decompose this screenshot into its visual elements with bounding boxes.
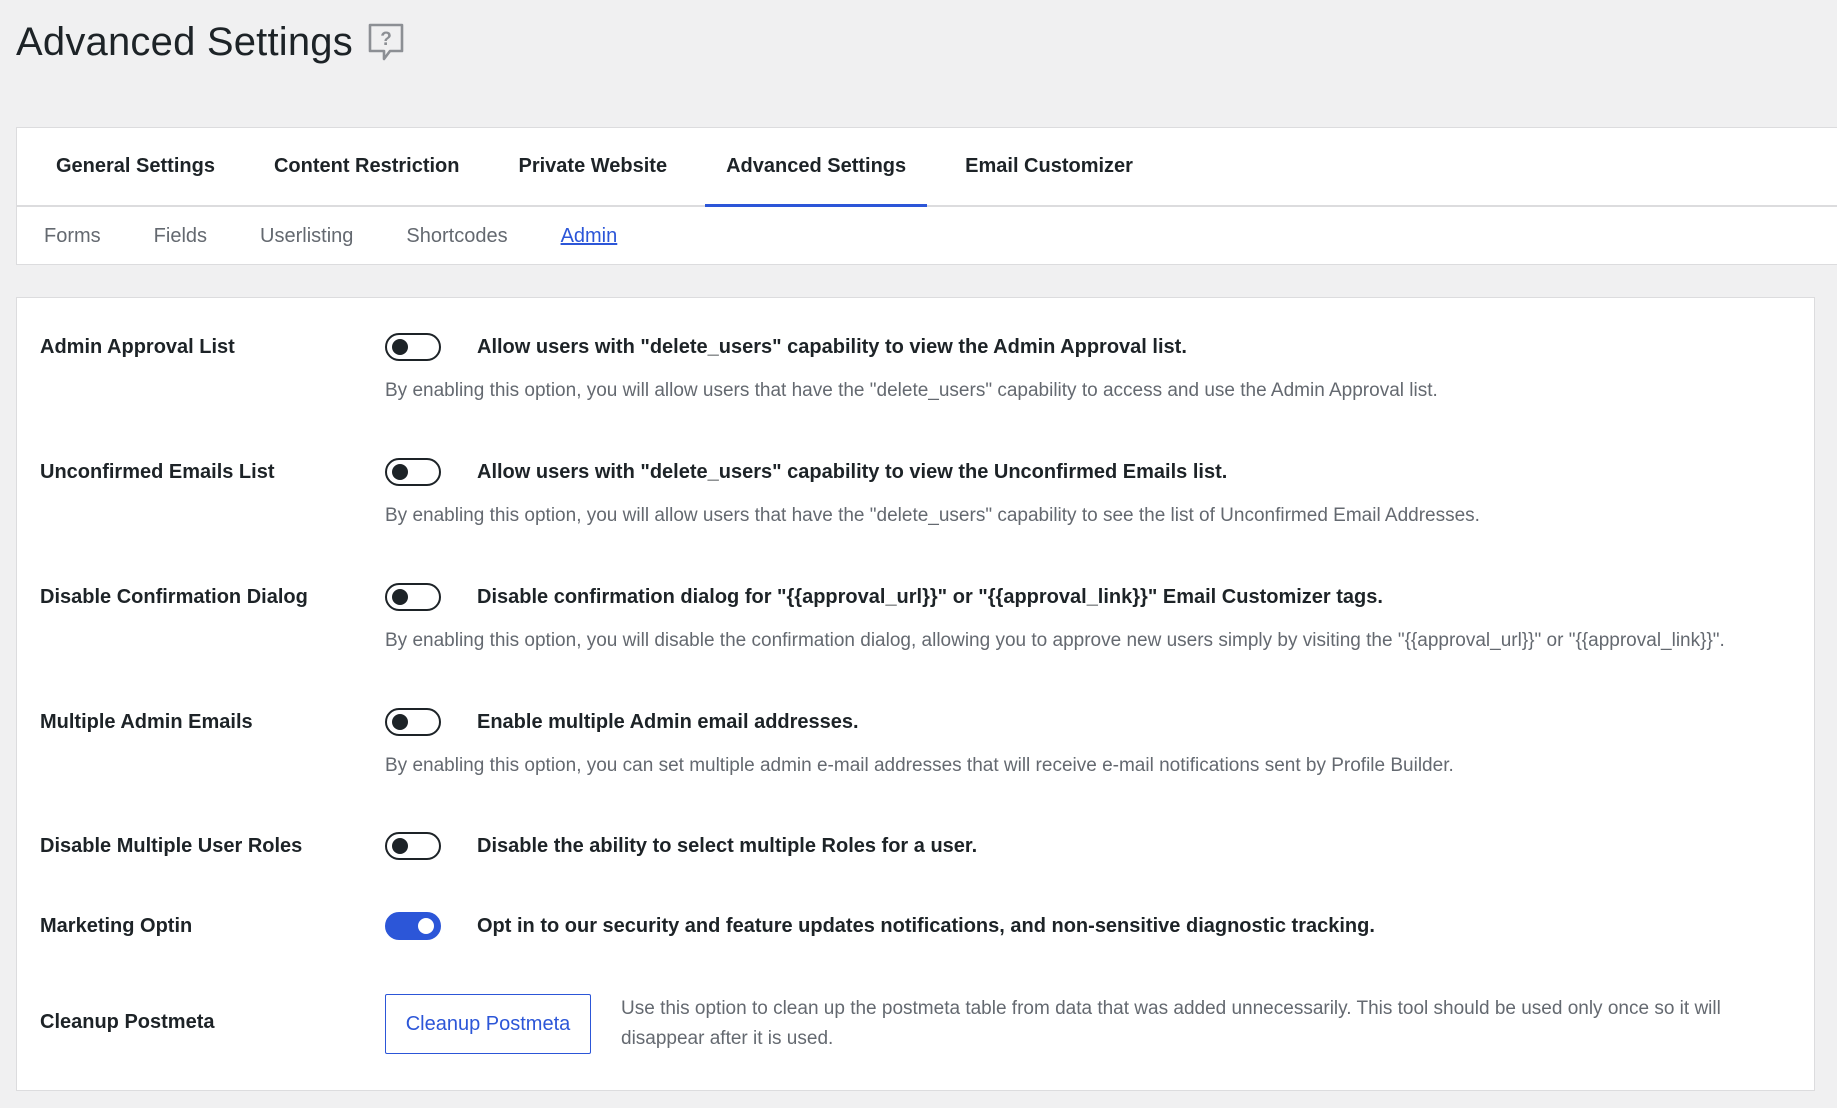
tab-email-customizer[interactable]: Email Customizer	[944, 128, 1154, 205]
toggle-knob	[392, 464, 408, 480]
tab-content-restriction[interactable]: Content Restriction	[253, 128, 481, 205]
setting-label: Disable Multiple User Roles	[40, 835, 303, 857]
setting-label: Multiple Admin Emails	[40, 711, 253, 733]
subtab-forms[interactable]: Forms	[44, 225, 101, 248]
setting-help-text: By enabling this option, you will allow …	[385, 380, 1438, 401]
disable-multiple-user-roles-toggle[interactable]	[385, 832, 441, 860]
subtab-fields[interactable]: Fields	[154, 225, 207, 248]
main-tabs: General Settings Content Restriction Pri…	[17, 128, 1837, 207]
setting-description: Allow users with "delete_users" capabili…	[477, 461, 1228, 483]
setting-description: Disable confirmation dialog for "{{appro…	[477, 586, 1383, 608]
disable-confirmation-dialog-toggle[interactable]	[385, 583, 441, 611]
unconfirmed-emails-list-toggle[interactable]	[385, 458, 441, 486]
setting-label: Cleanup Postmeta	[40, 1011, 215, 1033]
toggle-knob	[418, 918, 434, 934]
tab-advanced-settings[interactable]: Advanced Settings	[705, 128, 928, 207]
tab-general-settings[interactable]: General Settings	[35, 128, 236, 205]
setting-description: Disable the ability to select multiple R…	[477, 835, 978, 857]
subtab-userlisting[interactable]: Userlisting	[260, 225, 353, 248]
admin-settings-panel: Admin Approval List Allow users with "de…	[16, 297, 1815, 1091]
setting-label: Unconfirmed Emails List	[40, 461, 275, 483]
toggle-knob	[392, 838, 408, 854]
setting-help-text: By enabling this option, you can set mul…	[385, 755, 1454, 776]
toggle-knob	[392, 339, 408, 355]
multiple-admin-emails-toggle[interactable]	[385, 708, 441, 736]
setting-label: Disable Confirmation Dialog	[40, 586, 308, 608]
setting-description: Opt in to our security and feature updat…	[477, 915, 1375, 937]
cleanup-help-text: Use this option to clean up the postmeta…	[621, 998, 1721, 1049]
page-title: Advanced Settings	[16, 20, 353, 64]
setting-help-text: By enabling this option, you will disabl…	[385, 630, 1725, 651]
help-question-icon[interactable]: ?	[367, 22, 405, 64]
setting-label: Marketing Optin	[40, 915, 193, 937]
subtab-admin[interactable]: Admin	[561, 225, 618, 248]
marketing-optin-toggle[interactable]	[385, 912, 441, 940]
admin-approval-list-toggle[interactable]	[385, 333, 441, 361]
sub-tabs: Forms Fields Userlisting Shortcodes Admi…	[17, 207, 1837, 266]
settings-tabs-panel: General Settings Content Restriction Pri…	[16, 127, 1837, 265]
setting-label: Admin Approval List	[40, 336, 235, 358]
subtab-shortcodes[interactable]: Shortcodes	[406, 225, 507, 248]
setting-help-text: By enabling this option, you will allow …	[385, 505, 1480, 526]
cleanup-postmeta-button[interactable]: Cleanup Postmeta	[385, 994, 591, 1054]
setting-description: Enable multiple Admin email addresses.	[477, 711, 859, 733]
page-header: Advanced Settings ?	[16, 20, 405, 65]
tab-private-website[interactable]: Private Website	[498, 128, 689, 205]
setting-description: Allow users with "delete_users" capabili…	[477, 336, 1187, 358]
svg-text:?: ?	[380, 29, 392, 50]
toggle-knob	[392, 714, 408, 730]
toggle-knob	[392, 589, 408, 605]
